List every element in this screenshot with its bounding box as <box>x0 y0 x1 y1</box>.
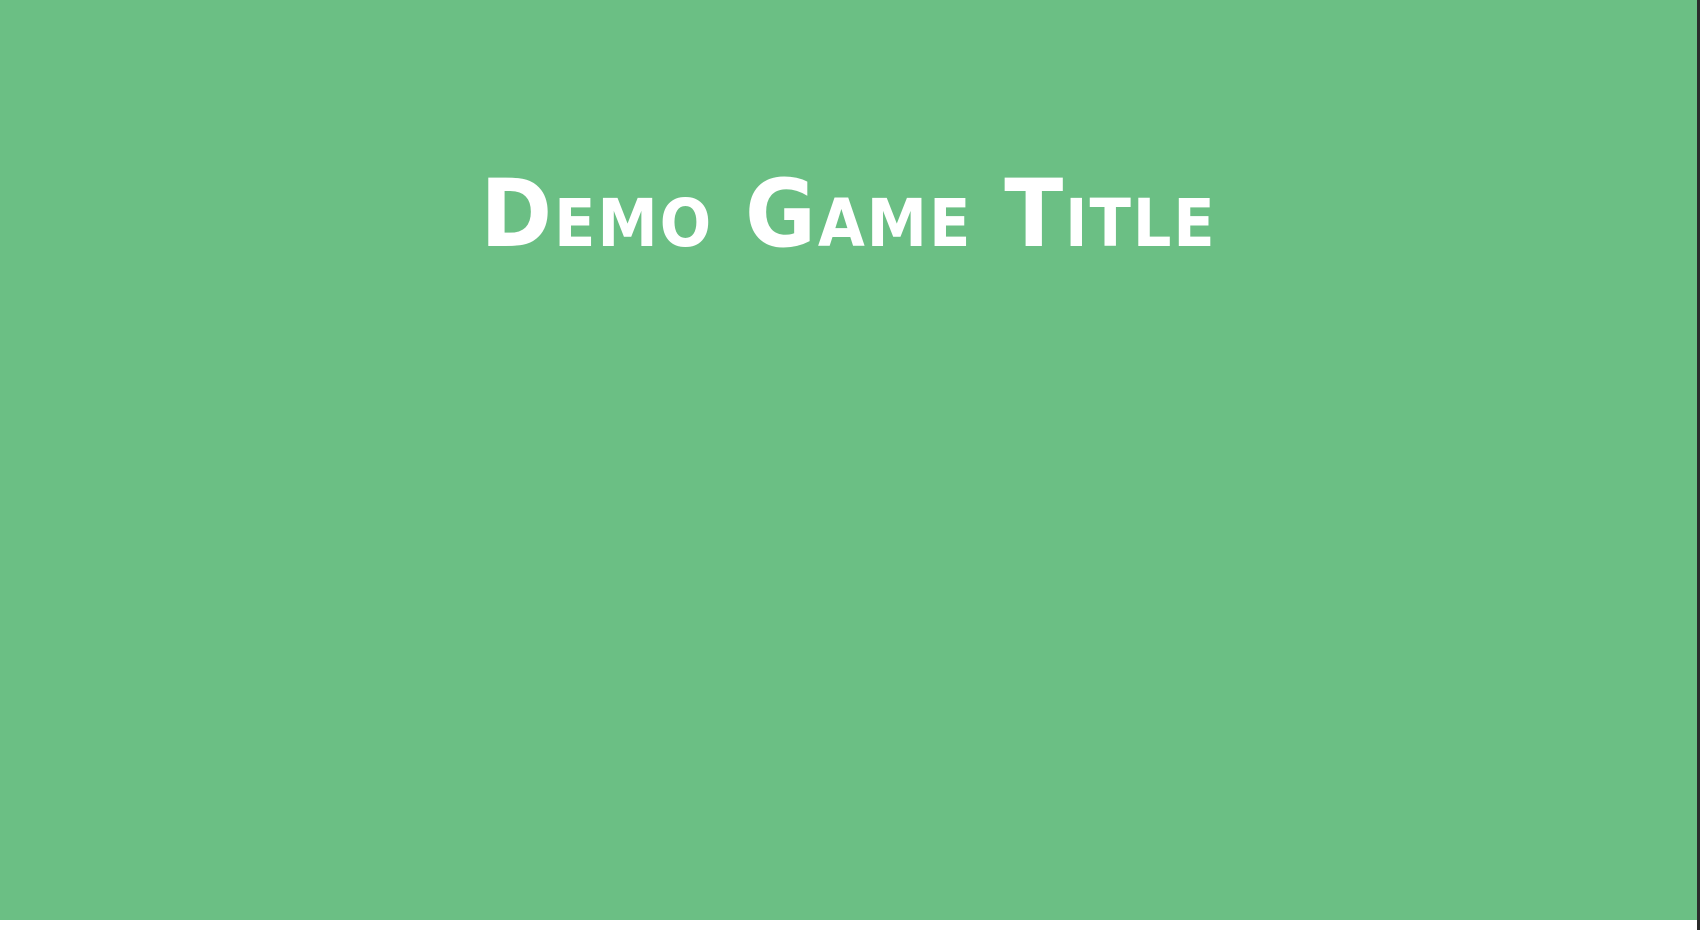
game-title: Demo Game Title <box>480 160 1217 269</box>
game-canvas[interactable]: Demo Game Title <box>0 0 1697 920</box>
bottom-strip <box>0 920 1697 930</box>
